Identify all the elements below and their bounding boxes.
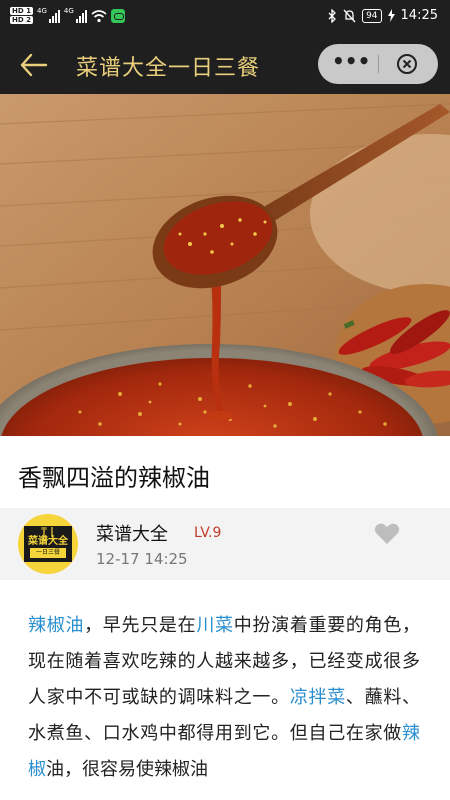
- page-title: 菜谱大全一日三餐: [76, 56, 261, 81]
- charging-icon: [387, 9, 395, 22]
- circle-close-icon[interactable]: [396, 53, 418, 75]
- miniprogram-capsule: •••: [318, 44, 438, 84]
- article-body: 辣椒油，早先只是在川菜中扮演着重要的角色，现在随着喜欢吃辣的人越来越多，已经变成…: [28, 608, 420, 788]
- hero-image-chili-oil: [0, 94, 450, 436]
- author-level-badge: LV.9: [194, 525, 222, 541]
- avatar[interactable]: 菜谱大全 一日三餐: [18, 514, 78, 574]
- back-arrow-icon[interactable]: [18, 50, 50, 80]
- status-bar: HD 1 HD 2 4G 4G 94 14:25: [0, 0, 450, 36]
- body-text-segment: ，早先只是在: [84, 615, 197, 636]
- post-timestamp: 12-17 14:25: [96, 550, 188, 568]
- wifi-icon: [91, 9, 107, 22]
- signal-icon-2: [75, 9, 87, 23]
- signal-icon: [48, 9, 60, 23]
- status-right: 94 14:25: [328, 8, 438, 23]
- status-left: HD 1 HD 2 4G 4G: [10, 7, 125, 24]
- body-text-segment: 油，很容易使辣椒油: [46, 759, 208, 780]
- hd1-badge: HD 1: [10, 7, 33, 15]
- author-bar: 菜谱大全 一日三餐 菜谱大全 LV.9 12-17 14:25: [0, 508, 450, 580]
- author-name[interactable]: 菜谱大全: [96, 520, 168, 546]
- bluetooth-icon: [328, 8, 336, 23]
- status-time: 14:25: [400, 8, 438, 23]
- heart-icon[interactable]: [374, 522, 400, 546]
- mute-bell-icon: [343, 9, 356, 22]
- avatar-logo: 菜谱大全 一日三餐: [24, 526, 72, 562]
- network-label-2: 4G: [63, 7, 74, 15]
- capsule-divider: [378, 55, 379, 73]
- keyword-link[interactable]: 川菜: [196, 615, 233, 636]
- network-label-1: 4G: [36, 7, 47, 15]
- hd2-badge: HD 2: [10, 16, 33, 24]
- nav-bar: 菜谱大全一日三餐 •••: [0, 36, 450, 94]
- keyword-link[interactable]: 凉拌菜: [290, 687, 346, 708]
- keyword-link[interactable]: 辣椒油: [28, 615, 84, 636]
- more-dots-icon[interactable]: •••: [332, 51, 370, 76]
- avatar-text-bottom: 一日三餐: [30, 548, 66, 558]
- article-title: 香飘四溢的辣椒油: [18, 464, 210, 492]
- sim-indicators: HD 1 HD 2: [10, 7, 33, 24]
- battery-indicator: 94: [362, 8, 382, 23]
- avatar-text-top: 菜谱大全: [28, 536, 68, 547]
- wechat-notification-icon: [110, 8, 125, 23]
